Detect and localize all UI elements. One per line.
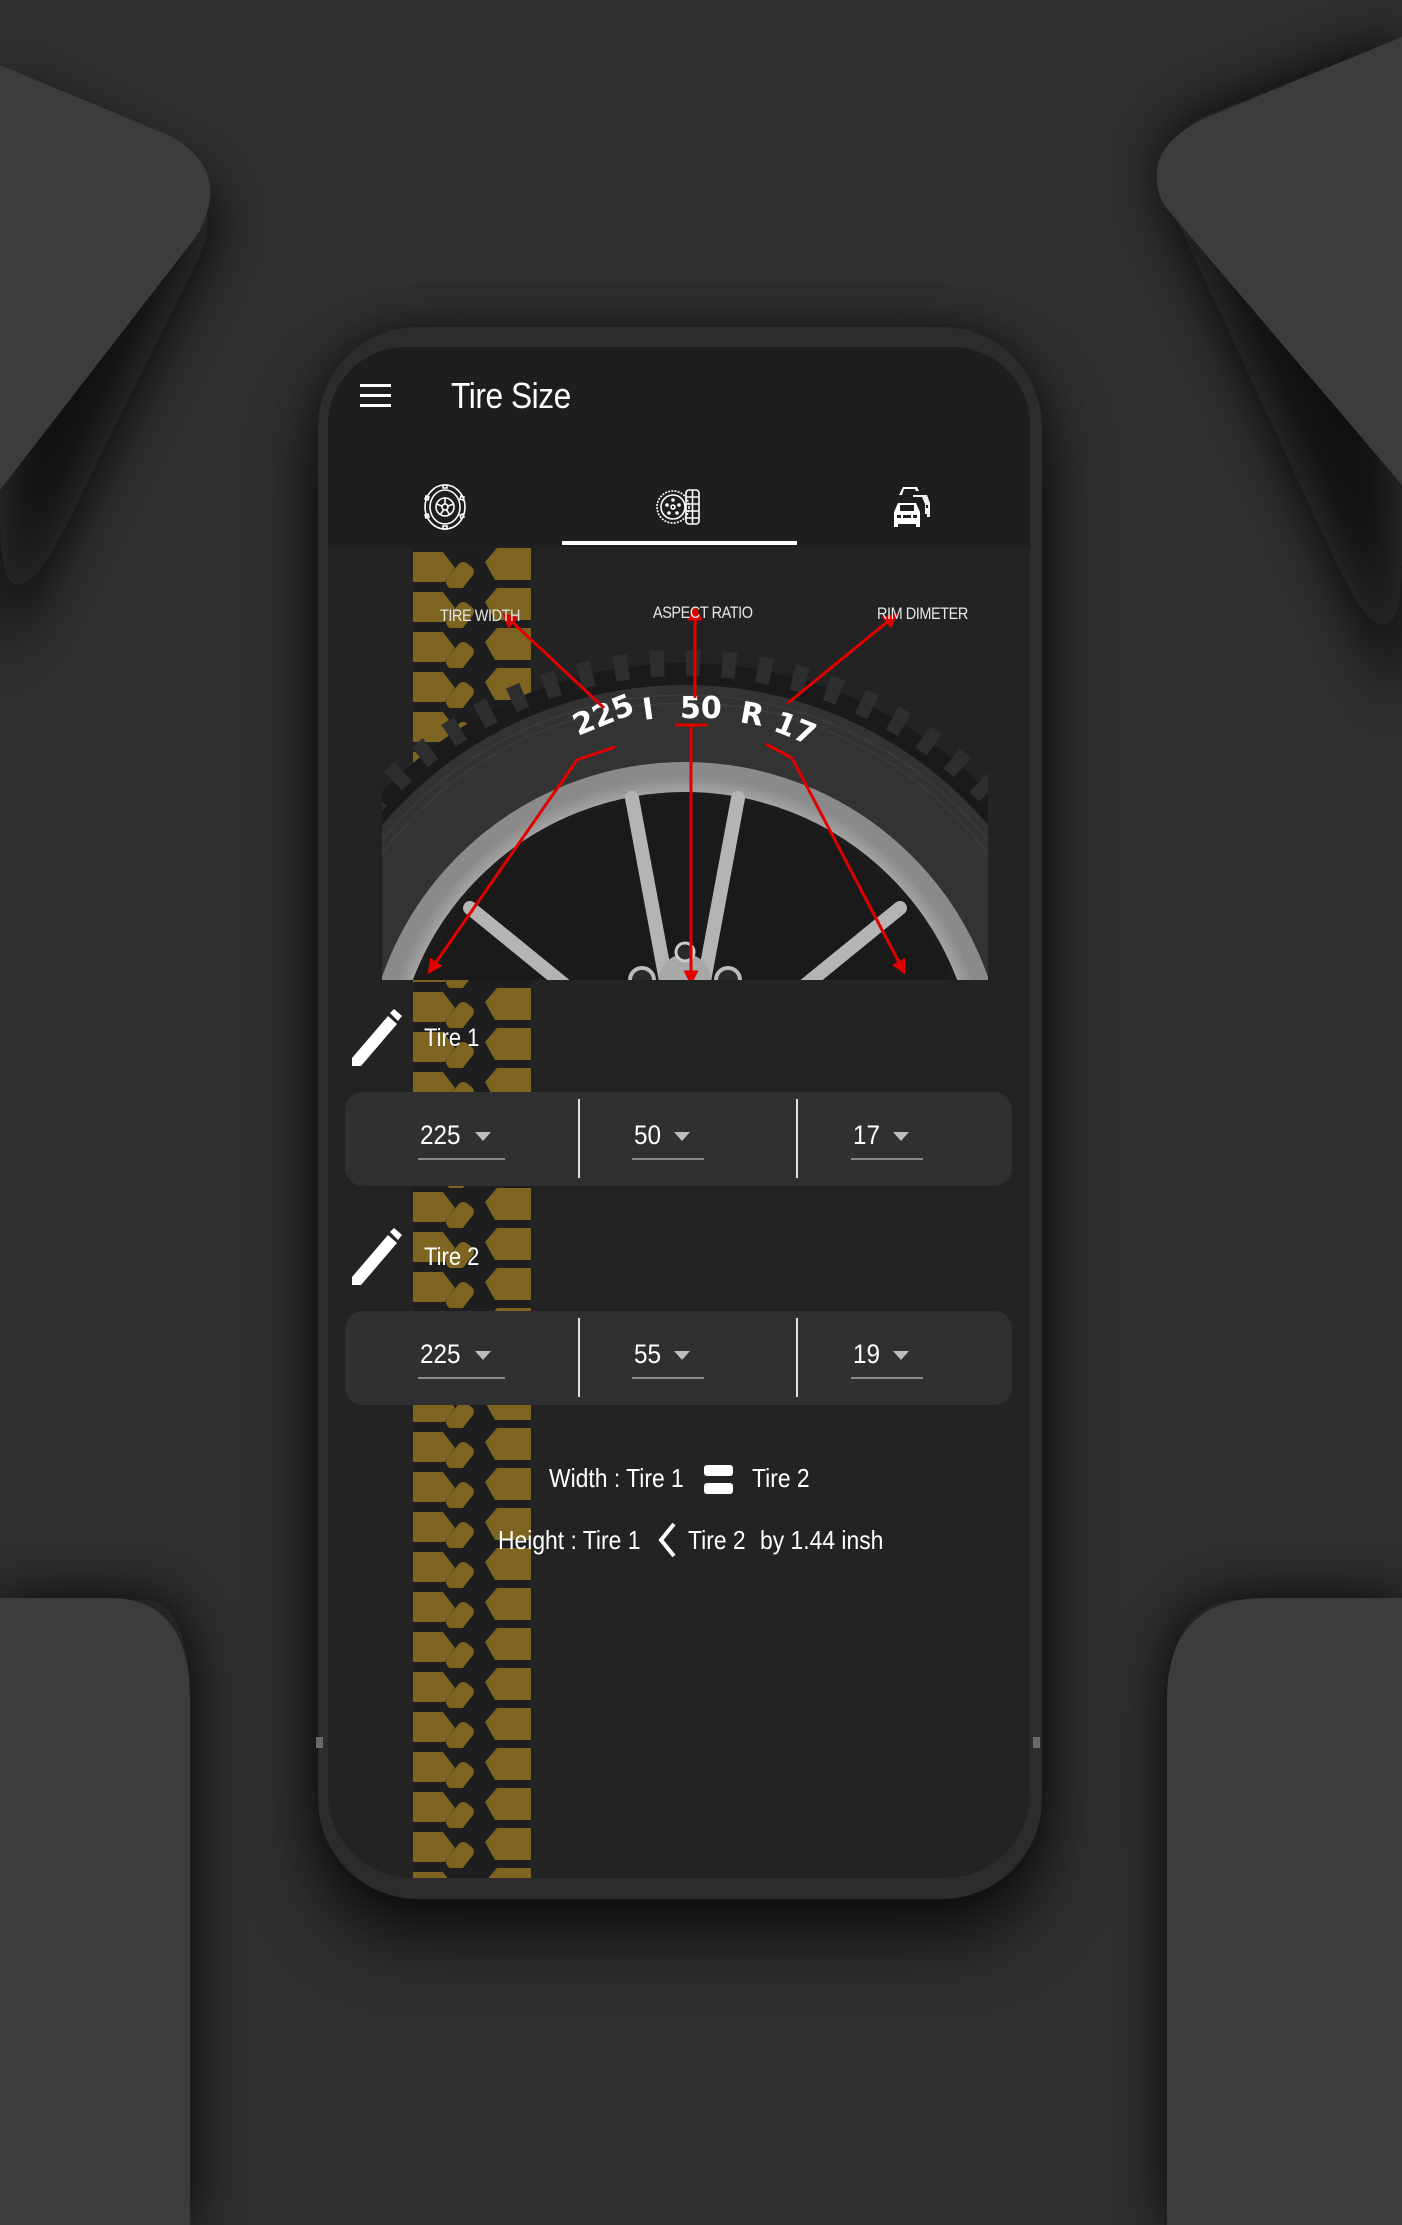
tab-bar: [328, 467, 1030, 547]
app-title: Tire Size: [451, 375, 571, 416]
card-divider: [578, 1099, 580, 1178]
card-divider: [796, 1099, 798, 1178]
tire2-width-select[interactable]: 225: [418, 1327, 505, 1379]
backdrop-panel-bottom-left: [0, 1598, 190, 2225]
tire2-width-value: 225: [420, 1339, 461, 1369]
tab-vehicles[interactable]: [796, 467, 1030, 547]
dropdown-arrow-icon: [674, 1351, 690, 1360]
tire1-aspect-value: 50: [634, 1120, 662, 1150]
card-divider: [796, 1318, 798, 1397]
content-area: 225 I 50 R 17 TIRE WIDTH ASPECT RATIO RI…: [328, 548, 1030, 1878]
label-tire-width: TIRE WIDTH: [440, 606, 521, 625]
height-comparison-prefix: Height : Tire 1: [498, 1525, 641, 1555]
tire1-header: Tire 1: [328, 1008, 1030, 1068]
sidewall-ratio: 50: [680, 691, 722, 726]
hamburger-menu-icon[interactable]: [360, 384, 391, 408]
tire1-width-value: 225: [420, 1120, 461, 1150]
label-rim-diameter: RIM DIMETER: [877, 604, 968, 623]
tire1-size-card: 225 50 17: [345, 1092, 1012, 1186]
label-aspect-ratio: ASPECT RATIO: [653, 603, 753, 622]
tire2-size-card: 225 55 19: [345, 1311, 1012, 1405]
pencil-icon[interactable]: [350, 1227, 402, 1286]
dropdown-arrow-icon: [475, 1351, 491, 1360]
tire1-label: Tire 1: [424, 1024, 480, 1052]
cars-traffic-icon: [894, 487, 930, 527]
dropdown-arrow-icon: [893, 1132, 909, 1141]
height-comparison: Height : Tire 1 Tire 2 by 1.44 insh: [328, 1522, 1030, 1559]
dropdown-arrow-icon: [893, 1351, 909, 1360]
tab-wheel-rim[interactable]: [328, 467, 562, 547]
tire1-rim-select[interactable]: 17: [851, 1108, 923, 1160]
phone-side-button-right: [1033, 1737, 1040, 1748]
tire2-header: Tire 2: [328, 1227, 1030, 1287]
tire2-label: Tire 2: [424, 1243, 480, 1271]
width-comparison-prefix: Width : Tire 1: [549, 1463, 684, 1493]
backdrop-panel-bottom-right: [1167, 1598, 1402, 2225]
width-comparison: Width : Tire 1 Tire 2: [328, 1463, 1030, 1497]
width-comparison-suffix: Tire 2: [752, 1463, 810, 1493]
equals-icon: [704, 1465, 733, 1495]
less-than-icon: [658, 1522, 676, 1558]
card-divider: [578, 1318, 580, 1397]
tire2-aspect-value: 55: [634, 1339, 662, 1369]
dropdown-arrow-icon: [674, 1132, 690, 1141]
tab-tire-size[interactable]: [562, 467, 796, 547]
tab-indicator: [562, 541, 797, 545]
tire2-aspect-select[interactable]: 55: [632, 1327, 704, 1379]
pencil-icon[interactable]: [350, 1008, 402, 1067]
tire1-width-select[interactable]: 225: [418, 1108, 505, 1160]
tire1-aspect-select[interactable]: 50: [632, 1108, 704, 1160]
tire1-rim-value: 17: [853, 1120, 881, 1150]
height-difference: by 1.44 insh: [760, 1525, 884, 1555]
height-comparison-suffix: Tire 2: [688, 1525, 746, 1555]
wheel-rim-icon: [423, 484, 466, 530]
tire-side-icon: [656, 489, 700, 525]
phone-side-button-left: [316, 1737, 323, 1748]
app-screen: Tire Size 225 I 50 R 17 TIRE WIDTH ASPEC…: [328, 347, 1030, 1878]
app-bar: Tire Size: [328, 347, 1030, 547]
dropdown-arrow-icon: [475, 1132, 491, 1141]
tire2-rim-select[interactable]: 19: [851, 1327, 923, 1379]
tire2-rim-value: 19: [853, 1339, 881, 1369]
